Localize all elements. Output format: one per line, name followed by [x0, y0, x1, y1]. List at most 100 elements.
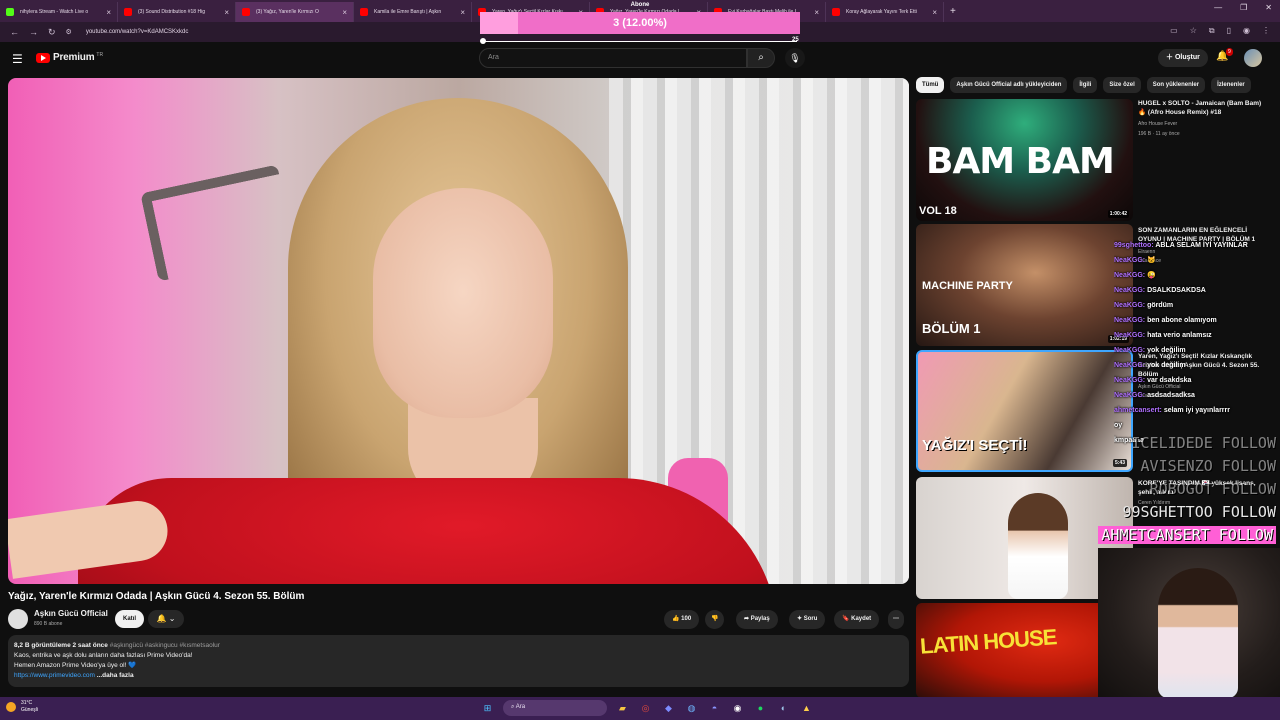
browser-tab[interactable]: (3) Sound Distribution #18 Hig × — [118, 2, 236, 22]
channel-avatar[interactable] — [8, 609, 28, 629]
spotify-icon[interactable]: ● — [753, 701, 768, 716]
logo-country: TR — [96, 51, 104, 58]
like-button[interactable]: 👍 100 — [664, 610, 700, 629]
search-icon[interactable]: ⌕ — [747, 48, 775, 68]
description-link[interactable]: https://www.primevideo.com — [14, 672, 95, 679]
reload-icon[interactable]: ↻ — [48, 27, 56, 38]
windows-start-icon[interactable]: ⊞ — [480, 701, 495, 716]
video-duration: 1:00:42 — [1107, 210, 1129, 218]
close-tab-icon[interactable]: × — [814, 8, 819, 17]
chat-username: NeaKGG: — [1114, 347, 1146, 354]
file-explorer-icon[interactable]: ▰ — [615, 701, 630, 716]
subscription-notification-button[interactable]: 🔔 ⌄ — [148, 610, 184, 628]
forward-icon[interactable]: → — [29, 27, 38, 37]
obs-icon[interactable]: ◉ — [730, 701, 745, 716]
like-count: 100 — [681, 616, 692, 622]
channel-name[interactable]: Aşkın Gücü Official — [34, 609, 108, 618]
create-label: Oluştur — [1174, 54, 1200, 61]
close-tab-icon[interactable]: × — [932, 8, 937, 17]
cast-icon[interactable]: ▭ — [1170, 26, 1178, 36]
weather-widget[interactable]: 31°C Güneşli — [6, 700, 38, 714]
steam-icon[interactable]: ◐ — [776, 701, 791, 716]
chat-message: NeaKGG: DSALKDSAKDSA — [1114, 283, 1280, 298]
menu-icon[interactable]: ☰ — [12, 52, 23, 66]
recommendation-channel[interactable]: Afro House Fever — [1138, 121, 1177, 127]
chat-text: 🐱 — [1147, 257, 1156, 264]
close-tab-icon[interactable]: × — [224, 8, 229, 17]
show-more-link[interactable]: ...daha fazla — [97, 672, 134, 679]
chat-username: NeaKGG: — [1114, 332, 1146, 339]
related-filter-chips: Tümü Aşkın Gücü Official adlı yükleyicide… — [916, 77, 1280, 93]
create-button[interactable]: ＋ Oluştur — [1158, 49, 1208, 67]
chat-message: 99sghettoo: ABLA SELAM İYİ YAYINLAR — [1114, 238, 1280, 253]
goal-progress-text: 3 (12.00%) — [613, 17, 667, 29]
address-bar[interactable]: youtube.com/watch?v=KdAMCSKxkdc — [86, 29, 189, 35]
close-tab-icon[interactable]: × — [460, 8, 465, 17]
chat-username: NeaKGG: — [1114, 362, 1146, 369]
thumbs-down-icon: 👎 — [711, 616, 719, 622]
filter-chip[interactable]: İzlenenler — [1211, 77, 1251, 93]
app-icon[interactable]: ▲ — [799, 701, 814, 716]
extensions-icon[interactable]: ⧉ — [1209, 26, 1215, 36]
new-tab-button[interactable]: + — [950, 6, 956, 17]
sparkle-icon: ✦ — [797, 616, 804, 622]
video-description[interactable]: 8,2 B görüntüleme 2 saat önce #aşkıngücü… — [8, 635, 909, 687]
search-input[interactable]: Ara — [479, 48, 747, 68]
follower-goal-overlay: Abone 3 (12.00%) 25 — [480, 0, 800, 48]
close-tab-icon[interactable]: × — [106, 8, 111, 17]
chat-text: ABLA SELAM İYİ YAYINLAR — [1155, 242, 1248, 249]
dislike-button[interactable]: 👎 — [705, 610, 725, 629]
chat-username: NeaKGG: — [1114, 392, 1146, 399]
more-actions-button[interactable]: ⋯ — [888, 610, 904, 629]
browser-menu-icon[interactable]: ⋮ — [1262, 26, 1270, 36]
temperature: 31°C — [21, 700, 33, 706]
share-icon: ➦ — [744, 616, 751, 622]
minimize-icon[interactable]: — — [1214, 3, 1222, 12]
filter-chip[interactable]: Tümü — [916, 77, 945, 93]
profile-icon[interactable]: ◉ — [1243, 26, 1250, 36]
microphone-icon[interactable]: 🎙 — [785, 48, 805, 68]
thumbnail-subtext: VOL 18 — [919, 205, 957, 217]
save-button[interactable]: 🔖 Kaydet — [834, 610, 880, 629]
recommendation-title[interactable]: HUGEL x SOLTO - Jamaican (Bam Bam) 🔥 (Af… — [1138, 99, 1270, 117]
filter-chip[interactable]: Aşkın Gücü Official adlı yükleyiciden — [950, 77, 1068, 93]
stream-chat-overlay: 99sghettoo: ABLA SELAM İYİ YAYINLAR NeaKG… — [1114, 238, 1280, 448]
close-tab-icon[interactable]: × — [342, 8, 347, 17]
close-window-icon[interactable]: ✕ — [1265, 3, 1272, 12]
recommendation-thumbnail[interactable]: BAM BAM VOL 18 1:00:42 — [916, 99, 1133, 221]
share-button[interactable]: ➦ Paylaş — [736, 610, 778, 629]
thumbnail-person — [1008, 493, 1068, 599]
video-frame-hanger — [140, 164, 296, 282]
browser-tab[interactable]: Koray Ağlayarak Yayını Terk Etti × — [826, 2, 944, 22]
ask-button[interactable]: ✦ Soru — [789, 610, 826, 629]
hashtags[interactable]: #aşkıngücü #askingucu #kısmetsaolur — [110, 642, 220, 649]
bookmark-icon: 🔖 — [842, 616, 852, 622]
browser-tab[interactable]: (3) Yağız, Yaren'le Kırmızı O × — [236, 2, 354, 22]
recommendation-thumbnail[interactable]: MACHINE PARTY BÖLÜM 1 1:02:19 — [916, 224, 1133, 346]
youtube-play-icon — [36, 52, 50, 63]
bookmark-star-icon[interactable]: ☆ — [1190, 26, 1197, 36]
join-button[interactable]: Katıl — [115, 610, 145, 628]
browser-tab[interactable]: nihylera Stream - Watch Live o × — [0, 2, 118, 22]
filter-chip[interactable]: İlgili — [1073, 77, 1098, 93]
filter-chip[interactable]: Son yüklenenler — [1146, 77, 1206, 93]
tab-title: Kamila ile Emre Barıştı | Aşkın — [374, 9, 442, 15]
sidebar-icon[interactable]: ▯ — [1227, 26, 1231, 36]
taskbar-search[interactable]: ⌕ Ara — [503, 700, 607, 716]
filter-chip[interactable]: Size özel — [1103, 77, 1141, 93]
app-icon[interactable]: ◆ — [661, 701, 676, 716]
discord-icon[interactable]: ◓ — [707, 701, 722, 716]
back-icon[interactable]: ← — [10, 27, 19, 37]
browser-app-icon[interactable]: ◍ — [684, 701, 699, 716]
site-info-icon[interactable]: ⚙ — [66, 28, 72, 36]
follow-entry: AVISENZO FOLLOW — [1140, 457, 1276, 475]
maximize-icon[interactable]: ❐ — [1240, 3, 1247, 12]
browser-tab[interactable]: Kamila ile Emre Barıştı | Aşkın × — [354, 2, 472, 22]
video-player[interactable] — [8, 78, 909, 584]
chat-message: oy — [1114, 418, 1280, 433]
youtube-premium-logo[interactable]: Premium TR — [36, 52, 103, 63]
account-avatar[interactable] — [1244, 49, 1262, 67]
description-line-2: Hemen Amazon Prime Video'ya üye ol! 💙 — [14, 662, 137, 669]
follow-entry: ROBOGOT FOLLOW — [1149, 480, 1276, 498]
chrome-icon[interactable]: ◎ — [638, 701, 653, 716]
